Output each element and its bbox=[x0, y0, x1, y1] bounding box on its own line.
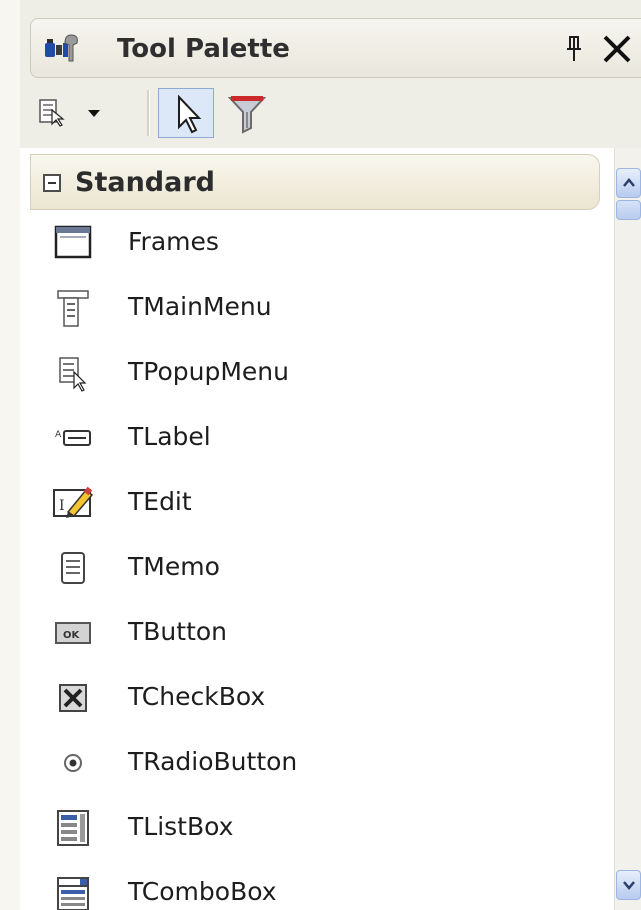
radio-button-icon bbox=[52, 742, 96, 784]
list-item-tmemo[interactable]: TMemo bbox=[20, 535, 590, 600]
svg-text:A: A bbox=[55, 430, 62, 440]
tool-palette-icon bbox=[43, 31, 83, 67]
tool-palette-window: Tool Palette Standard Frames TMainMenu T… bbox=[0, 0, 641, 910]
item-label: TCheckBox bbox=[128, 682, 266, 711]
palette-toolbar bbox=[30, 80, 641, 146]
item-label: TButton bbox=[128, 617, 228, 646]
edit-icon: I bbox=[52, 482, 96, 524]
main-menu-icon bbox=[52, 287, 96, 329]
collapse-icon[interactable] bbox=[43, 174, 61, 192]
list-item-tlistbox[interactable]: TListBox bbox=[20, 795, 590, 860]
title-bar: Tool Palette bbox=[30, 18, 641, 78]
pin-icon[interactable] bbox=[559, 31, 589, 67]
palette-title: Tool Palette bbox=[117, 34, 290, 64]
item-label: TComboBox bbox=[128, 877, 277, 906]
vertical-scrollbar[interactable] bbox=[614, 148, 641, 910]
combobox-icon bbox=[52, 872, 96, 910]
item-label: Frames bbox=[128, 227, 219, 256]
item-label: TPopupMenu bbox=[128, 357, 289, 386]
listbox-icon bbox=[52, 807, 96, 849]
scroll-thumb[interactable] bbox=[616, 200, 641, 220]
svg-text:OK: OK bbox=[63, 630, 81, 641]
list-item-tbutton[interactable]: OK TButton bbox=[20, 600, 590, 665]
item-label: TEdit bbox=[128, 487, 192, 516]
item-label: TListBox bbox=[128, 812, 234, 841]
list-item-tlabel[interactable]: A TLabel bbox=[20, 405, 590, 470]
list-item-tedit[interactable]: I TEdit bbox=[20, 470, 590, 535]
label-icon: A bbox=[52, 417, 96, 459]
scroll-down-button[interactable] bbox=[616, 870, 641, 900]
checkbox-icon bbox=[52, 677, 96, 719]
item-label: TLabel bbox=[128, 422, 211, 451]
button-icon: OK bbox=[52, 612, 96, 654]
scroll-up-button[interactable] bbox=[616, 168, 641, 198]
popup-menu-icon bbox=[52, 352, 96, 394]
frames-icon bbox=[52, 222, 96, 264]
filter-button[interactable] bbox=[222, 88, 272, 138]
memo-icon bbox=[52, 547, 96, 589]
list-item-tpopupmenu[interactable]: TPopupMenu bbox=[20, 340, 590, 405]
component-list: Frames TMainMenu TPopupMenu A TLabel I T… bbox=[20, 210, 590, 910]
item-label: TMemo bbox=[128, 552, 220, 581]
list-item-frames[interactable]: Frames bbox=[20, 210, 590, 275]
list-item-tcombobox[interactable]: TComboBox bbox=[20, 860, 590, 910]
list-item-tradiobutton[interactable]: TRadioButton bbox=[20, 730, 590, 795]
left-edge bbox=[0, 0, 20, 910]
close-icon[interactable] bbox=[597, 29, 637, 69]
pointer-button[interactable] bbox=[158, 88, 214, 138]
category-header-standard[interactable]: Standard bbox=[30, 154, 600, 210]
item-label: TMainMenu bbox=[128, 292, 272, 321]
list-item-tmainmenu[interactable]: TMainMenu bbox=[20, 275, 590, 340]
palette-content: Standard Frames TMainMenu TPopupMenu A T… bbox=[20, 148, 641, 910]
toolbar-separator bbox=[147, 90, 150, 136]
category-label: Standard bbox=[75, 167, 215, 198]
item-label: TRadioButton bbox=[128, 747, 298, 776]
list-item-tcheckbox[interactable]: TCheckBox bbox=[20, 665, 590, 730]
svg-text:I: I bbox=[59, 498, 65, 514]
popup-menu-dropdown-button[interactable] bbox=[34, 88, 134, 138]
